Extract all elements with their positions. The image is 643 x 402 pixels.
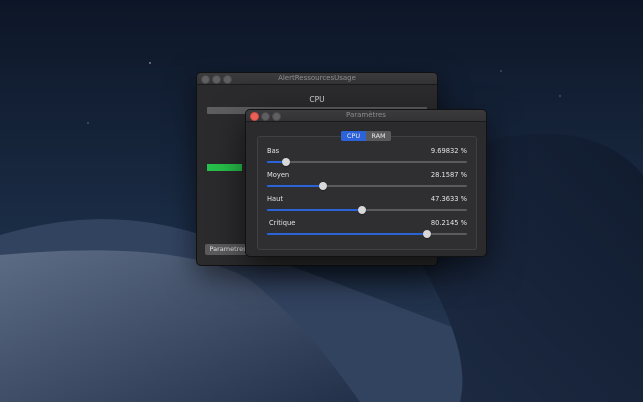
slider-label-critique: Critique: [269, 219, 296, 227]
settings-window: Paramètres Bas 9.69832 % Moyen 28.1587 %…: [245, 109, 487, 257]
slider-moyen[interactable]: [267, 182, 467, 190]
resource-tabs: CPU RAM: [341, 131, 391, 141]
cpu-level-indicator: [207, 164, 242, 171]
cpu-heading: CPU: [309, 95, 325, 104]
slider-value-bas: 9.69832 %: [430, 147, 467, 155]
settings-window-titlebar[interactable]: Paramètres: [246, 110, 486, 122]
slider-knob[interactable]: [423, 230, 431, 238]
slider-fill: [267, 233, 427, 235]
window-title: Paramètres: [346, 111, 386, 119]
slider-fill: [267, 185, 323, 187]
slider-bas[interactable]: [267, 158, 467, 166]
slider-knob[interactable]: [358, 206, 366, 214]
slider-label-haut: Haut: [267, 195, 283, 203]
slider-haut[interactable]: [267, 206, 467, 214]
slider-fill: [267, 209, 362, 211]
tab-cpu[interactable]: CPU: [341, 131, 366, 141]
slider-knob[interactable]: [282, 158, 290, 166]
tab-ram[interactable]: RAM: [366, 131, 391, 141]
slider-label-moyen: Moyen: [267, 171, 290, 179]
main-window-titlebar[interactable]: AlertRessourcesUsage: [197, 73, 437, 85]
slider-value-critique: 80.2145 %: [430, 219, 467, 227]
threshold-panel: Bas 9.69832 % Moyen 28.1587 % Haut 47.36…: [257, 136, 477, 250]
slider-value-moyen: 28.1587 %: [430, 171, 467, 179]
slider-critique[interactable]: [267, 230, 467, 238]
slider-label-bas: Bas: [267, 147, 280, 155]
slider-value-haut: 47.3633 %: [430, 195, 467, 203]
window-title: AlertRessourcesUsage: [278, 74, 356, 82]
slider-knob[interactable]: [319, 182, 327, 190]
